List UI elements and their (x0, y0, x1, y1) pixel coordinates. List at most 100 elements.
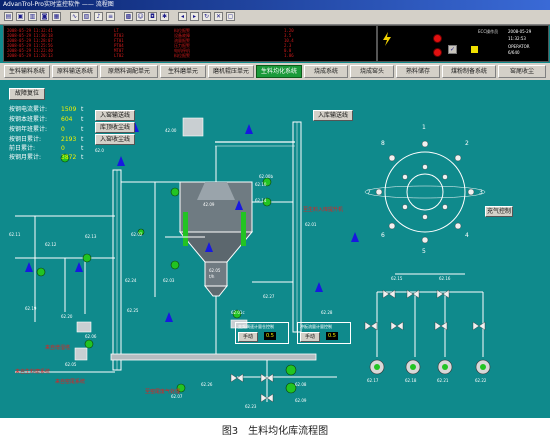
close-icon[interactable]: ✕ (214, 12, 223, 21)
silo-inlet-line-button[interactable]: 入库输送线 (313, 110, 353, 121)
silo-level-top: 42.09 (203, 202, 215, 207)
report-icon[interactable]: ▦ (52, 12, 61, 21)
tab-raw-mill[interactable]: 生料磨单元 (160, 65, 206, 78)
user-icon[interactable]: ☺ (136, 12, 145, 21)
alarm-icon[interactable]: ♪ (94, 12, 103, 21)
tab-kiln-system[interactable]: 烧成系统 (304, 65, 348, 78)
reading-value: 0 (61, 126, 65, 133)
save-icon[interactable]: ▣ (16, 12, 25, 21)
equipment-tag: 62.12 (45, 242, 57, 247)
camera-icon[interactable]: ◙ (40, 12, 49, 21)
aeration-control-button[interactable]: 充气控制 (485, 206, 513, 217)
refresh-icon[interactable]: ↻ (202, 12, 211, 21)
fault-reset-button[interactable]: 故障复位 (9, 88, 45, 100)
warning-lamp (471, 46, 478, 53)
equipment-tag: 62.15 (391, 276, 403, 281)
equipment-tag: 62.10 (255, 182, 267, 187)
trend-icon[interactable]: ∿ (70, 12, 79, 21)
equipment-tag: 62.01c (231, 310, 245, 315)
list-icon[interactable]: ≡ (106, 12, 115, 21)
equipment-tag: 62.0 (95, 148, 104, 153)
reading-unit: t (81, 154, 84, 161)
silo-level-bottom: 62.05 (209, 268, 221, 273)
equipment-tag: 62.03 (163, 278, 175, 283)
equipment-tag: 62.08 (295, 382, 307, 387)
tab-dosing-unit[interactable]: 原燃料调配单元 (100, 65, 158, 78)
valve-number: 1 (422, 124, 426, 131)
control-label: 变频调速计量仓控制 (238, 324, 274, 329)
equipment-tag: 62.22 (475, 378, 487, 383)
reading-unit: t (81, 126, 84, 133)
silo-dust-line-button[interactable]: 库顶收尘线 (95, 122, 135, 133)
reading-value: 2193 (61, 136, 77, 143)
reading-value: 3872 (61, 154, 77, 161)
tab-kiln-tail-dust[interactable]: 窑尾收尘 (498, 65, 546, 78)
reading-value: 604 (61, 116, 73, 123)
tab-kiln-head[interactable]: 烧成窑头 (350, 65, 394, 78)
control-value: 0.5 (264, 332, 276, 340)
flow-annotation: 来自增湿塔 (45, 345, 71, 351)
tab-coal-mill[interactable]: 煤粉制备系统 (442, 65, 496, 78)
equipment-tag: 62.01 (305, 222, 317, 227)
settings-icon[interactable]: ✱ (160, 12, 169, 21)
print-icon[interactable]: ▥ (28, 12, 37, 21)
next-icon[interactable]: ▸ (190, 12, 199, 21)
status-time: 11:32:53 (508, 36, 526, 41)
equipment-tag: 62.13 (85, 234, 97, 239)
reading-value: 1509 (61, 106, 77, 113)
tab-clinker-storage[interactable]: 熟料储存 (396, 65, 440, 78)
mode-button[interactable]: 手动 (300, 332, 320, 342)
kiln-dust-line-button[interactable]: 入窑收尘线 (95, 134, 135, 145)
reading-unit: t (81, 145, 84, 152)
status-panel: ✓ ECC操作员 2008-05-29 11:32:53 OPERATOR 6/… (377, 25, 549, 62)
equipment-tag: 62.17 (367, 378, 379, 383)
impact-flowmeter-control: 冲板流量计量控制 手动 0.5 (297, 322, 351, 344)
equipment-tag: 62.25 (127, 308, 139, 313)
equipment-tag: 62.24 (125, 278, 137, 283)
feeder-speed-control: 变频调速计量仓控制 手动 0.5 (235, 322, 289, 344)
tab-material-transport[interactable]: 原料输送系统 (52, 65, 98, 78)
aeration-valve-ring (364, 151, 486, 233)
application-window: AdvanTrol-Pro实时监控软件 —— 流程图 ▤ ▣ ▥ ◙ ▦ ∿ ▧… (0, 0, 550, 418)
list-item[interactable]: 2008-05-29 11:20:13 LT02 料位报警 1.86 (4, 53, 376, 58)
chart-icon[interactable]: ▧ (82, 12, 91, 21)
prev-icon[interactable]: ◂ (178, 12, 187, 21)
flow-annotation: 至窑尾废气处理 (145, 389, 181, 395)
flow-annotation: 至生料入库提升机 (303, 207, 344, 213)
silo-feed-line-button[interactable]: 入窑输送线 (95, 110, 135, 121)
reading-unit: t (81, 116, 84, 123)
valve-number: 4 (465, 232, 469, 239)
mode-button[interactable]: 手动 (238, 332, 258, 342)
open-icon[interactable]: ▤ (4, 12, 13, 21)
window-icon[interactable]: ▢ (226, 12, 235, 21)
acknowledge-icon[interactable]: ✓ (448, 45, 457, 54)
figure-caption: 图3 生料均化库流程图 (221, 426, 329, 437)
alarm-lamp (433, 34, 442, 43)
tab-raw-material-feed[interactable]: 生料输料系统 (4, 65, 50, 78)
lock-icon[interactable]: ◘ (148, 12, 157, 21)
equipment-tag: 62.11 (9, 232, 21, 237)
equipment-tag: 62.14 (255, 198, 267, 203)
flow-annotation: 来自生料磨系统 (15, 369, 51, 375)
node-value: 6/640 (508, 50, 520, 55)
tab-homogenization[interactable]: 生料均化系统 (256, 65, 302, 78)
valve-number: 8 (381, 140, 385, 147)
fan-group (369, 359, 491, 375)
reading-label: 按钢电流累计: (9, 106, 48, 113)
grid-icon[interactable]: ▩ (124, 12, 133, 21)
node-label: OPERATOR (508, 44, 530, 49)
valve-number: 7 (367, 189, 371, 196)
equipment-tag: 62.27 (263, 294, 275, 299)
equipment-tag: 62.26 (201, 382, 213, 387)
homogenizing-silo-drawing (178, 181, 254, 297)
operator-label: ECC操作员 (478, 29, 499, 34)
status-date: 2008-05-29 (508, 29, 532, 34)
equipment-tag: 62.06 (85, 334, 97, 339)
reading-label: 前日累计: (9, 145, 36, 152)
silo-unit: t/h (209, 274, 215, 279)
equipment-tag: 62.16 (439, 276, 451, 281)
window-title: AdvanTrol-Pro实时监控软件 —— 流程图 (3, 1, 114, 8)
tab-roller-press[interactable]: 磨机辊压单元 (208, 65, 254, 78)
alarm-list[interactable]: 2008-05-29 11:32:41 LT 料位报警 1.20 2008-05-29… (3, 25, 377, 62)
valve-number: 3 (479, 189, 483, 196)
